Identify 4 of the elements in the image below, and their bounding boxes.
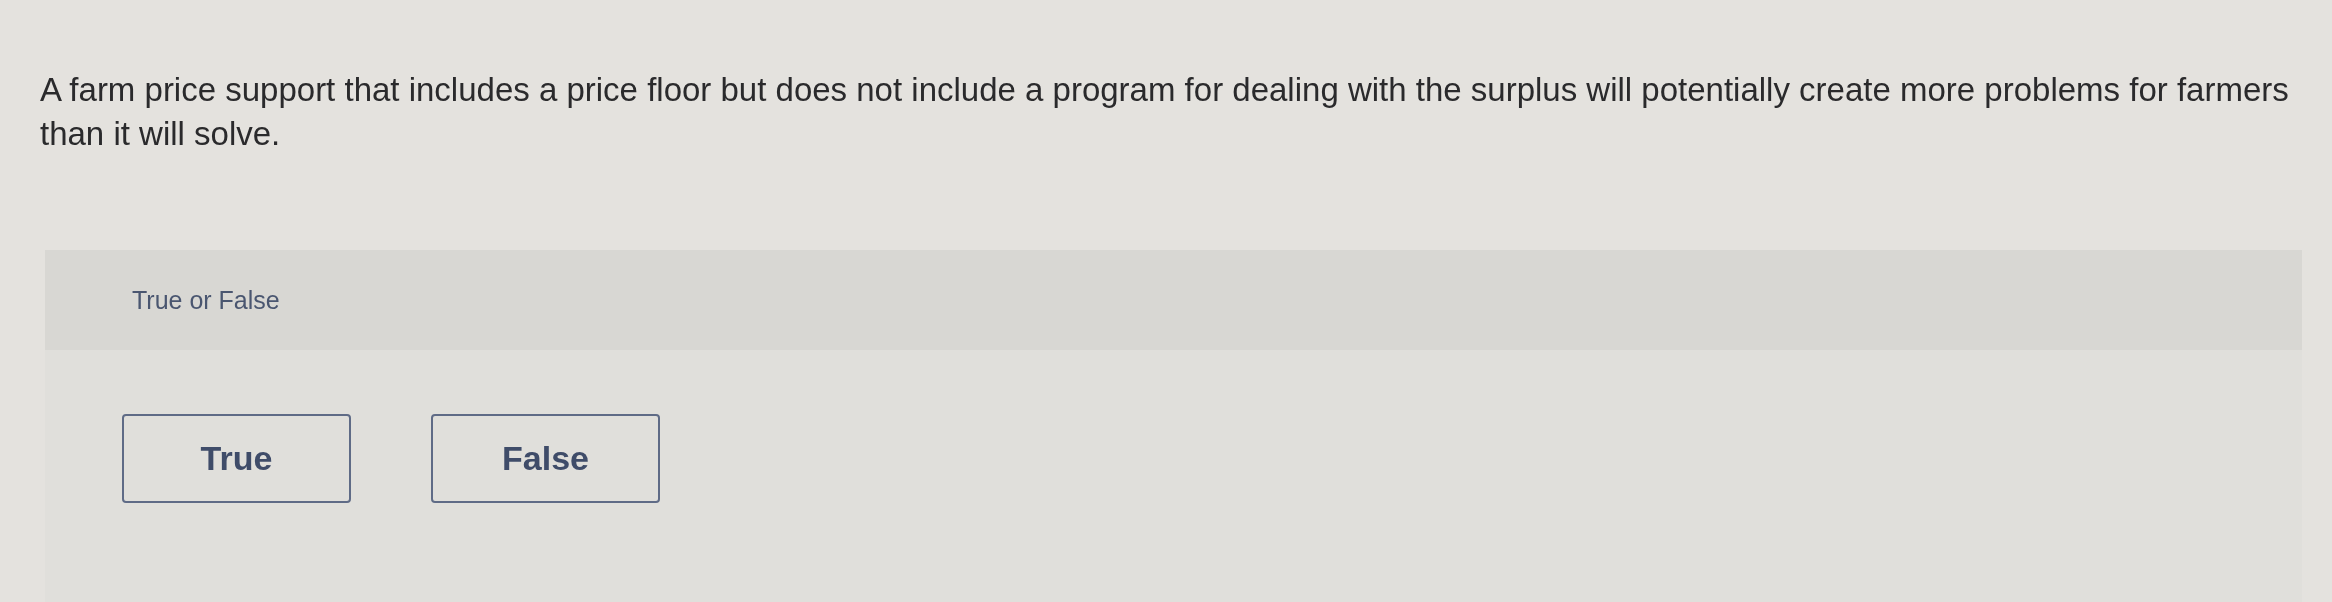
answer-option-button[interactable]: True [122,414,351,503]
answer-option-button[interactable]: False [431,414,660,503]
question-text: A farm price support that includes a price floor but does not include a program for dealing with the surplus will potentially create more problems for farmers than it will solve. [40,70,2290,154]
question-type-label: True or False [132,285,280,315]
